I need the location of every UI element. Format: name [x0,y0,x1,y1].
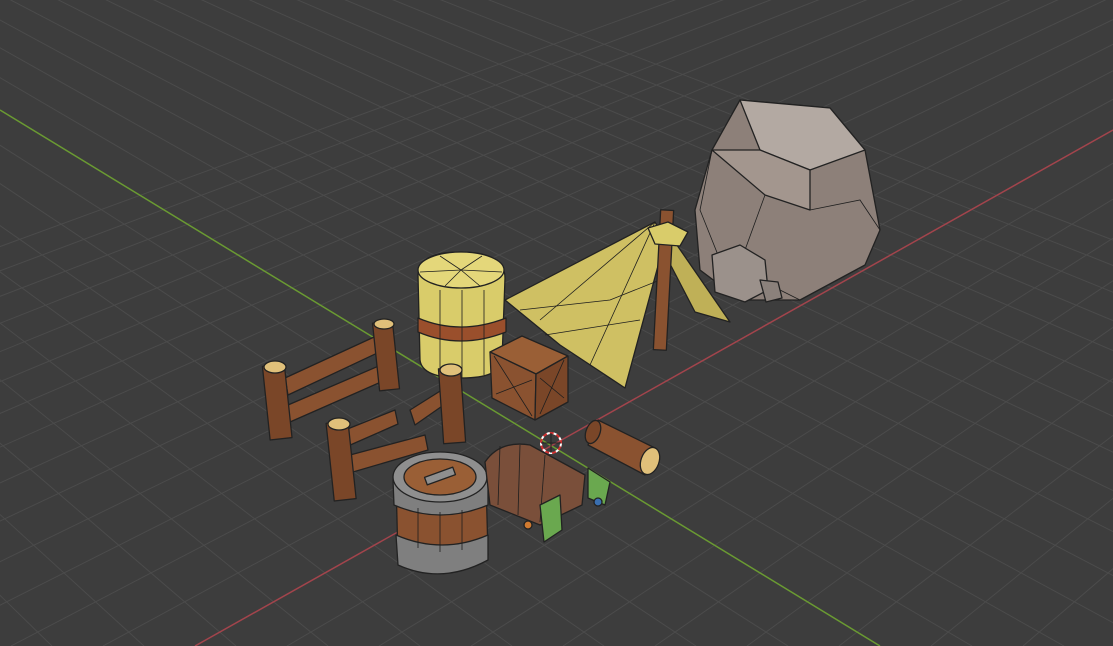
rock-object[interactable] [694,99,881,303]
grid-line [654,326,1113,646]
viewport-canvas[interactable] [0,0,1113,646]
grid-line [0,442,237,646]
barrel-object[interactable] [392,451,489,575]
grid-line [0,513,145,646]
grid-line [930,497,1113,646]
grid-line [746,378,1113,646]
grid-line [0,225,605,646]
grid-line [0,379,329,646]
3d-viewport[interactable] [0,0,1113,646]
crate-object[interactable] [489,335,569,421]
grid-line [0,47,1065,646]
log-object[interactable] [582,418,663,477]
chest-object[interactable] [484,443,611,543]
3d-cursor-icon[interactable] [540,432,562,454]
grid-line [1022,568,1113,646]
